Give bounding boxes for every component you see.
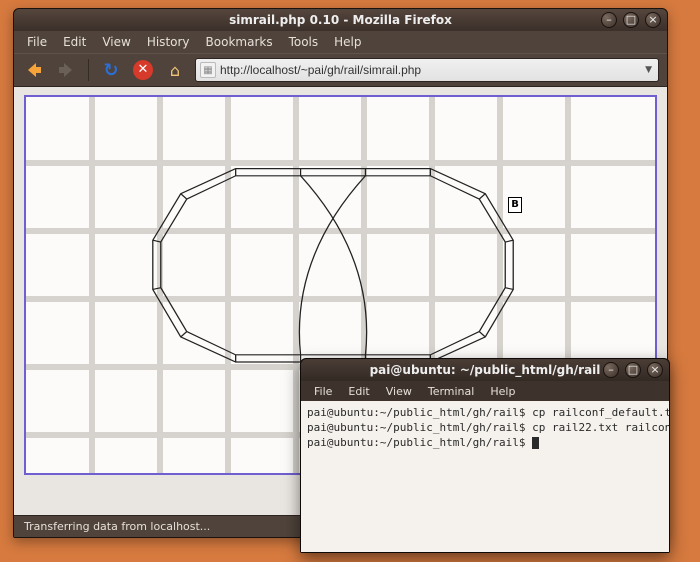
home-button[interactable]: ⌂: [163, 58, 187, 82]
menu-tools[interactable]: Tools: [282, 33, 326, 51]
terminal-cursor: [532, 437, 539, 449]
terminal-line: pai@ubuntu:~/public_html/gh/rail$ cp rai…: [307, 420, 663, 435]
menu-help[interactable]: Help: [327, 33, 368, 51]
toolbar-separator: [88, 59, 89, 81]
reload-button[interactable]: ↻: [99, 58, 123, 82]
maximize-button[interactable]: □: [623, 12, 639, 28]
terminal-close-button[interactable]: ×: [647, 362, 663, 378]
terminal-window-controls: – □ ×: [603, 362, 663, 378]
menu-edit[interactable]: Edit: [56, 33, 93, 51]
stop-icon: ✕: [133, 60, 153, 80]
firefox-titlebar[interactable]: simrail.php 0.10 - Mozilla Firefox – □ ×: [14, 9, 667, 31]
forward-button[interactable]: [54, 58, 78, 82]
minimize-button[interactable]: –: [601, 12, 617, 28]
term-menu-view[interactable]: View: [379, 383, 419, 400]
url-input[interactable]: [220, 63, 639, 77]
terminal-titlebar[interactable]: pai@ubuntu: ~/public_html/gh/rail – □ ×: [301, 359, 669, 381]
firefox-menubar: File Edit View History Bookmarks Tools H…: [14, 31, 667, 53]
menu-bookmarks[interactable]: Bookmarks: [199, 33, 280, 51]
term-menu-file[interactable]: File: [307, 383, 339, 400]
reload-icon: ↻: [103, 60, 118, 81]
url-bar[interactable]: ▦ ▼: [195, 58, 659, 82]
term-menu-help[interactable]: Help: [483, 383, 522, 400]
terminal-line: pai@ubuntu:~/public_html/gh/rail$ cp rai…: [307, 405, 663, 420]
terminal-menubar: File Edit View Terminal Help: [301, 381, 669, 401]
back-button[interactable]: [22, 58, 46, 82]
terminal-body[interactable]: pai@ubuntu:~/public_html/gh/rail$ cp rai…: [301, 401, 669, 552]
terminal-minimize-button[interactable]: –: [603, 362, 619, 378]
menu-view[interactable]: View: [95, 33, 137, 51]
terminal-maximize-button[interactable]: □: [625, 362, 641, 378]
terminal-line: pai@ubuntu:~/public_html/gh/rail$: [307, 435, 663, 450]
url-dropdown-icon[interactable]: ▼: [643, 65, 654, 75]
firefox-toolbar: ↻ ✕ ⌂ ▦ ▼: [14, 53, 667, 87]
status-text: Transferring data from localhost...: [24, 520, 210, 533]
window-controls: – □ ×: [601, 12, 661, 28]
menu-file[interactable]: File: [20, 33, 54, 51]
close-button[interactable]: ×: [645, 12, 661, 28]
track-marker-b[interactable]: B: [508, 197, 522, 213]
home-icon: ⌂: [170, 61, 180, 80]
term-menu-edit[interactable]: Edit: [341, 383, 376, 400]
stop-button[interactable]: ✕: [131, 58, 155, 82]
term-menu-terminal[interactable]: Terminal: [421, 383, 482, 400]
page-favicon: ▦: [200, 62, 216, 78]
menu-history[interactable]: History: [140, 33, 197, 51]
firefox-title: simrail.php 0.10 - Mozilla Firefox: [14, 13, 667, 27]
terminal-window: pai@ubuntu: ~/public_html/gh/rail – □ × …: [300, 358, 670, 553]
